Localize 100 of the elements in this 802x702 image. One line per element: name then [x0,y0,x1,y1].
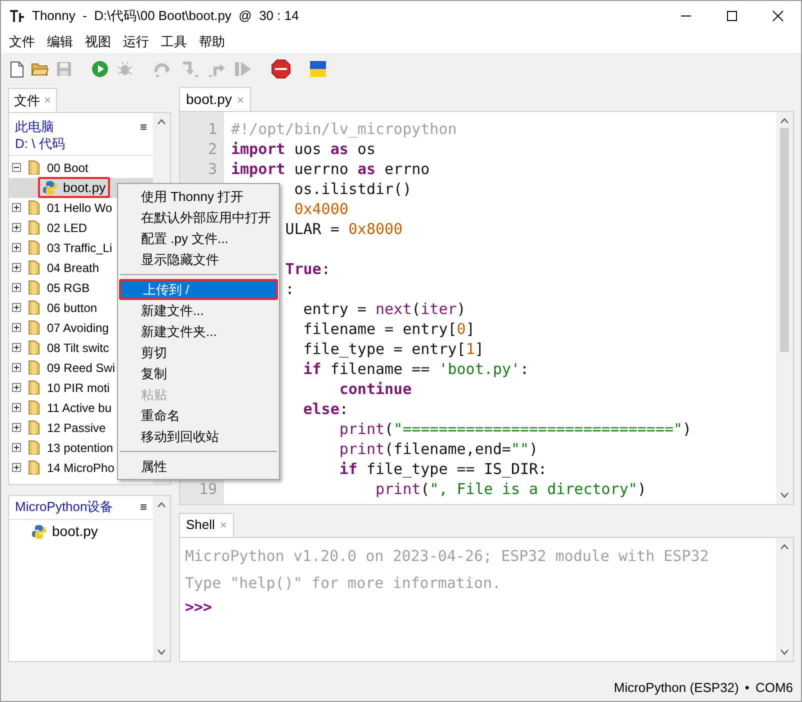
flag-icon[interactable] [310,61,326,77]
code-line: os.ilistdir() [294,179,412,200]
menu-item[interactable]: 文件 [3,32,41,52]
folder-icon [28,220,40,236]
menu-entry[interactable]: 配置 .py 文件... [119,228,278,249]
expand-icon[interactable] [12,303,21,312]
menu-entry[interactable]: 上传到 / [119,279,278,300]
menu-item[interactable]: 编辑 [41,32,79,52]
code-line: entry = next(iter) [303,299,466,320]
menu-item[interactable]: 运行 [117,32,155,52]
shell-output: MicroPython v1.20.0 on 2023-04-26; ESP32 module with ESP32 [185,546,709,567]
menu-item[interactable]: 帮助 [193,32,231,52]
interpreter-label[interactable]: MicroPython (ESP32) [614,678,739,698]
expand-icon[interactable] [12,283,21,292]
folder-icon[interactable] [31,61,49,77]
new-file-icon[interactable] [10,60,24,78]
play-icon[interactable] [91,60,109,78]
folder-name[interactable]: 11 Active bu [47,398,112,417]
scroll-down-icon[interactable] [780,649,789,655]
folder-name[interactable]: 08 Tilt switc [47,338,110,357]
folder-icon [28,160,40,176]
expand-icon[interactable] [12,383,21,392]
menu-entry[interactable]: 复制 [119,363,278,384]
code-line: import uerrno as errno [231,159,430,180]
collapse-icon[interactable] [12,163,21,172]
folder-icon [28,280,40,296]
menu-entry[interactable]: 剪切 [119,342,278,363]
menu-entry[interactable]: 新建文件夹... [119,321,278,342]
expand-icon[interactable] [12,363,21,372]
expand-icon[interactable] [12,223,21,232]
expand-icon[interactable] [12,203,21,212]
scroll-up-icon[interactable] [780,544,789,550]
folder-name[interactable]: 10 PIR moti [47,378,110,397]
code-line: print(filename,end="") [339,439,538,460]
location-link[interactable]: 此电脑 [15,118,140,135]
folder-icon [28,240,40,256]
expand-icon[interactable] [12,263,21,272]
path-link[interactable]: D: \ 代码 [15,134,140,152]
editor-tab[interactable]: boot.py × [179,87,251,112]
folder-name[interactable]: 06 button [47,298,98,317]
scrollbar[interactable] [153,496,170,661]
menu-item[interactable]: 工具 [155,32,193,52]
scroll-up-icon[interactable] [780,118,789,124]
scroll-up-icon[interactable] [157,118,166,125]
folder-name[interactable]: 07 Avoiding [47,318,109,337]
folder-name[interactable]: 12 Passive [47,418,106,437]
menu-entry[interactable]: 重命名 [119,405,278,426]
code-line: import uos as os [231,139,376,160]
folder-icon [28,420,40,436]
files-tab[interactable]: 文件 × [8,88,58,112]
menu-item[interactable]: 视图 [79,32,117,52]
line-number: 19 [198,479,217,500]
panel-menu-icon[interactable]: ≡ [140,118,147,136]
folder-name[interactable]: 01 Hello Wo [47,198,112,217]
port-label[interactable]: COM6 [755,678,793,698]
folder-icon [28,360,40,376]
expand-icon[interactable] [12,463,21,472]
folder-name[interactable]: 03 Traffic_Li [47,238,112,257]
menu-entry[interactable]: 在默认外部应用中打开 [119,207,278,228]
code-line: if filename == 'boot.py': [303,359,530,380]
folder-name[interactable]: 14 MicroPho [47,458,114,477]
scroll-down-icon[interactable] [157,649,166,655]
folder-icon [28,400,40,416]
scrollbar[interactable] [776,112,793,504]
line-number: 2 [208,139,217,160]
code-line: file_type = entry[1] [303,339,484,360]
folder-icon [28,320,40,336]
code-line: continue [339,379,412,400]
scroll-up-icon[interactable] [157,502,166,508]
scroll-down-icon[interactable] [780,492,789,498]
expand-icon[interactable] [12,343,21,352]
folder-name[interactable]: 09 Reed Swi [47,358,116,377]
python-file-icon [31,524,47,540]
panel-menu-icon[interactable]: ≡ [140,498,147,516]
expand-icon[interactable] [12,423,21,432]
scrollbar[interactable] [776,538,793,661]
shell-prompt: >>> [185,596,212,617]
folder-icon [28,260,40,276]
shell-output: Type "help()" for more information. [185,572,502,594]
expand-icon[interactable] [12,243,21,252]
folder-icon [28,300,40,316]
app-logo-icon [10,9,26,23]
folder-name[interactable]: 05 RGB [47,278,90,297]
device-panel-title: MicroPython设备 [15,498,114,516]
menu-entry[interactable]: 移动到回收站 [119,426,278,447]
shell-tab[interactable]: Shell × [179,512,234,537]
python-file-icon [42,180,58,196]
menu-entry[interactable]: 属性 [119,456,278,477]
expand-icon[interactable] [12,443,21,452]
stop-sign-icon[interactable] [271,59,291,79]
expand-icon[interactable] [12,403,21,412]
folder-name[interactable]: 00 Boot [47,158,88,177]
menu-entry[interactable]: 新建文件... [119,300,278,321]
folder-name[interactable]: 13 potention [47,438,114,457]
file-name[interactable]: boot.py [52,521,98,542]
code-line: 0x4000 [294,199,348,220]
expand-icon[interactable] [12,323,21,332]
menu-entry[interactable]: 显示隐藏文件 [119,249,278,270]
folder-name[interactable]: 02 LED [47,218,88,237]
folder-name[interactable]: 04 Breath [47,258,100,277]
